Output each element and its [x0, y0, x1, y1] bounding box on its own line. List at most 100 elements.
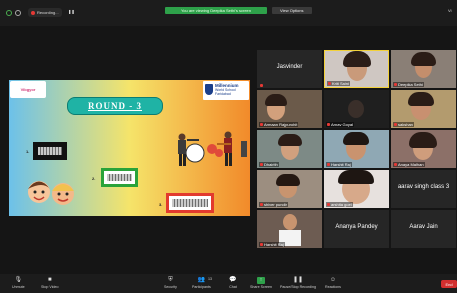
hair-shape	[276, 174, 300, 186]
muted-icon	[327, 123, 330, 126]
kids-illustration	[28, 181, 74, 205]
muted-icon	[260, 243, 263, 246]
tiles-image	[38, 147, 62, 155]
reactions-label: Reactions	[325, 285, 341, 289]
muted-icon	[260, 163, 263, 166]
muted-icon	[327, 203, 330, 206]
participant-tile[interactable]: Ananya Pandey	[324, 210, 389, 248]
participant-name: Deepika Sethi	[398, 82, 423, 87]
muted-icon	[394, 123, 397, 126]
round-title: ROUND - 3	[67, 97, 163, 115]
participant-tile[interactable]: Deepika Sethi	[391, 50, 456, 88]
option-1-image	[33, 142, 67, 160]
participant-label: sakshan	[393, 122, 414, 127]
participant-name: shiver pundir	[264, 202, 287, 207]
school-logo: Millennium World School Faridabad	[203, 81, 249, 100]
tiles-image	[107, 174, 132, 181]
option-1-label: 1.	[26, 149, 30, 154]
chat-label: Chat	[229, 285, 237, 289]
crest-icon	[205, 84, 213, 95]
unmute-button[interactable]: 🎙 Unmute	[12, 277, 25, 289]
security-button[interactable]: ⛨ Security	[164, 277, 177, 289]
participant-tile[interactable]: Armaan Rajpurohit	[257, 90, 322, 128]
share-screen-icon: ↑	[256, 277, 265, 284]
muted-icon	[328, 82, 331, 85]
top-bar: Recording... ❚❚ You are viewing Deepika …	[0, 0, 457, 26]
reactions-button[interactable]: ☺ Reactions	[325, 277, 341, 289]
participant-name: Jasvinder	[276, 64, 303, 70]
recording-indicator[interactable]: Recording...	[28, 8, 62, 17]
option-3-image	[166, 193, 214, 213]
pause-recording-button[interactable]: ❚❚ Pause/Stop Recording	[280, 277, 316, 289]
hair-shape	[343, 132, 369, 145]
muted-icon	[394, 83, 397, 86]
participant-label: arshita goel	[326, 202, 353, 207]
shared-screen: Vibgyor Millennium World School Faridaba…	[9, 80, 250, 216]
end-button[interactable]: End	[441, 280, 457, 288]
participant-name: aarav singh class 3	[397, 184, 450, 190]
pause-stop-icon: ❚❚	[292, 277, 304, 283]
shield-icon: ⛨	[168, 277, 173, 283]
muted-icon	[327, 163, 330, 166]
participant-tile[interactable]: aarav singh class 3	[391, 170, 456, 208]
participant-name: Arnav Goyal	[331, 122, 354, 127]
share-screen-label: Share Screen	[250, 285, 272, 289]
hair-shape	[278, 134, 302, 146]
participant-tile[interactable]: Harshit Raj	[324, 130, 389, 168]
participant-name: Kriti Saini	[332, 81, 349, 86]
participant-name: Harshit Raj	[331, 162, 351, 167]
chat-button[interactable]: 💬 Chat	[229, 277, 237, 289]
participant-label: Armaan Rajpurohit	[259, 122, 299, 127]
participant-label: Harshit Raj	[326, 162, 352, 167]
option-2-image	[101, 168, 138, 187]
participant-label: Arnav Goyal	[326, 122, 355, 127]
pause-recording-icon[interactable]: ❚❚	[68, 9, 75, 14]
option-2-label: 2.	[92, 176, 96, 181]
video-gallery: Jasvinder Kriti Saini Deepika Sethi Arma…	[257, 50, 457, 248]
participant-tile[interactable]: Jasvinder	[257, 50, 322, 88]
participant-tile[interactable]: arshita goel	[324, 170, 389, 208]
participant-tile[interactable]: Anaya Malhan	[391, 130, 456, 168]
hair-shape	[265, 94, 287, 106]
participant-label: Harshit Raj	[259, 242, 285, 247]
unmute-label: Unmute	[12, 285, 25, 289]
hair-shape	[411, 52, 436, 66]
muted-icon	[260, 123, 263, 126]
security-label: Security	[164, 285, 177, 289]
video-camera-icon: ■	[47, 277, 52, 283]
stop-video-button[interactable]: ■ Stop Video	[41, 277, 59, 289]
participants-icon: 👥	[197, 277, 206, 283]
participant-tile[interactable]: Harshit Raj	[257, 210, 322, 248]
participant-tile[interactable]: sakshan	[391, 90, 456, 128]
logo-line3: Faridabad	[215, 92, 231, 96]
participant-name: Ananya Pandey	[335, 224, 378, 230]
hair-shape	[409, 132, 437, 148]
participant-tile[interactable]: shiver pundir	[257, 170, 322, 208]
participants-count: 13	[208, 277, 212, 281]
view-options-button[interactable]: View Options	[272, 7, 312, 14]
pause-recording-label: Pause/Stop Recording	[280, 285, 316, 289]
participant-tile[interactable]: Kriti Saini	[324, 50, 389, 88]
participant-tile[interactable]: Dhairith	[257, 130, 322, 168]
tiles-image	[172, 199, 208, 207]
participant-label: Kriti Saini	[327, 81, 350, 86]
participant-label: Anaya Malhan	[393, 162, 425, 167]
hair-shape	[408, 92, 434, 106]
vibgyor-logo: Vibgyor	[10, 81, 46, 98]
participant-label: Deepika Sethi	[393, 82, 424, 87]
participants-label: Participants	[192, 285, 211, 289]
shield-icon[interactable]	[6, 10, 12, 16]
microphone-muted-icon: 🎙	[14, 277, 23, 283]
participant-tile[interactable]: Aarav Jain	[391, 210, 456, 248]
share-screen-button[interactable]: ↑ Share Screen	[250, 277, 272, 289]
participant-label: shiver pundir	[259, 202, 288, 207]
view-button[interactable]: Vi	[448, 8, 451, 13]
hair-shape	[338, 170, 374, 184]
info-icon[interactable]	[15, 10, 21, 16]
stop-video-label: Stop Video	[41, 285, 59, 289]
band-illustration	[178, 131, 247, 166]
participant-name: Harshit Raj	[264, 242, 284, 247]
participant-tile[interactable]: Arnav Goyal	[324, 90, 389, 128]
left-logo-text: Vibgyor	[20, 87, 36, 92]
participant-name: Aarav Jain	[409, 224, 438, 230]
